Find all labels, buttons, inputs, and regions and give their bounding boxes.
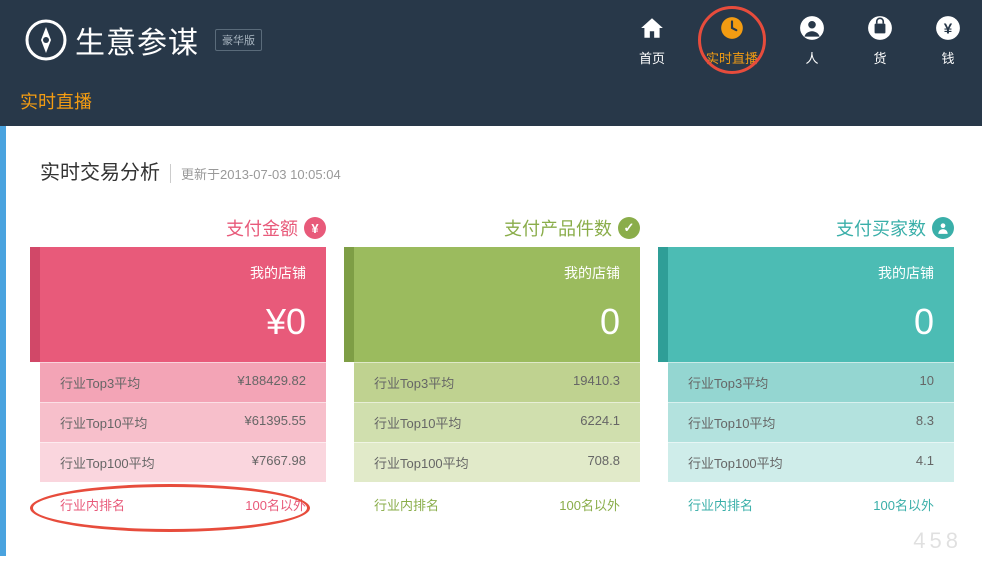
nav-label: 货 xyxy=(873,48,886,67)
yen-badge-icon: ¥ xyxy=(304,217,326,239)
card-top: 我的店铺 0 xyxy=(668,247,954,362)
shop-label: 我的店铺 xyxy=(688,263,934,283)
shop-value: 0 xyxy=(374,301,620,343)
clock-icon xyxy=(718,14,746,42)
check-badge-icon: ✓ xyxy=(618,217,640,239)
rank-value: 100名以外 xyxy=(559,495,620,514)
nav: 首页 实时直播 人 货 ¥ 钱 xyxy=(638,14,962,67)
card-label: 支付产品件数 ✓ xyxy=(354,215,640,241)
stat-row: 行业Top10平均 ¥61395.55 xyxy=(40,402,326,442)
card-top: 我的店铺 ¥0 xyxy=(40,247,326,362)
card-rows: 行业Top3平均 19410.3 行业Top10平均 6224.1 行业Top100… xyxy=(354,362,640,526)
cards: 支付金额 ¥ 我的店铺 ¥0 行业Top3平均 ¥188429.82 行业Top1… xyxy=(40,215,954,526)
nav-people[interactable]: 人 xyxy=(798,14,826,67)
goods-icon xyxy=(866,14,894,42)
shop-value: 0 xyxy=(688,301,934,343)
money-icon: ¥ xyxy=(934,14,962,42)
nav-money[interactable]: ¥ 钱 xyxy=(934,14,962,67)
content: 实时交易分析 更新于2013-07-03 10:05:04 支付金额 ¥ 我的店… xyxy=(0,126,982,556)
nav-label: 钱 xyxy=(941,48,954,67)
stat-key: 行业Top100平均 xyxy=(688,453,783,472)
nav-home[interactable]: 首页 xyxy=(638,14,666,67)
stat-key: 行业Top10平均 xyxy=(688,413,775,432)
card-label-text: 支付买家数 xyxy=(836,215,926,241)
nav-label: 人 xyxy=(805,48,818,67)
stat-key: 行业Top10平均 xyxy=(60,413,147,432)
nav-label: 首页 xyxy=(639,48,665,67)
logo[interactable]: 生意参谋 豪华版 xyxy=(25,18,262,62)
section-meta: 更新于2013-07-03 10:05:04 xyxy=(170,164,341,183)
rank-row: 行业内排名 100名以外 xyxy=(354,482,640,526)
logo-badge: 豪华版 xyxy=(215,29,262,51)
nav-goods[interactable]: 货 xyxy=(866,14,894,67)
sub-header: 实时直播 xyxy=(0,80,982,126)
nav-label: 实时直播 xyxy=(706,48,758,67)
rank-key: 行业内排名 xyxy=(60,495,125,514)
stat-key: 行业Top100平均 xyxy=(60,453,155,472)
stat-row: 行业Top100平均 708.8 xyxy=(354,442,640,482)
stat-key: 行业Top3平均 xyxy=(688,373,768,392)
nav-live[interactable]: 实时直播 xyxy=(706,14,758,67)
card-label: 支付金额 ¥ xyxy=(40,215,326,241)
card-label: 支付买家数 xyxy=(668,215,954,241)
card-body: 我的店铺 ¥0 行业Top3平均 ¥188429.82 行业Top10平均 ¥613… xyxy=(40,247,326,526)
stat-row: 行业Top10平均 6224.1 xyxy=(354,402,640,442)
rank-key: 行业内排名 xyxy=(688,495,753,514)
card-rows: 行业Top3平均 10 行业Top10平均 8.3 行业Top100平均 4.1 行业… xyxy=(668,362,954,526)
stat-key: 行业Top100平均 xyxy=(374,453,469,472)
stat-row: 行业Top10平均 8.3 xyxy=(668,402,954,442)
section-title: 实时交易分析 xyxy=(40,156,160,185)
card-rows: 行业Top3平均 ¥188429.82 行业Top10平均 ¥61395.55 行业… xyxy=(40,362,326,526)
stat-row: 行业Top3平均 19410.3 xyxy=(354,362,640,402)
stat-key: 行业Top3平均 xyxy=(60,373,140,392)
stat-value: ¥7667.98 xyxy=(252,453,306,472)
stat-value: 708.8 xyxy=(587,453,620,472)
stat-value: ¥188429.82 xyxy=(237,373,306,392)
section-head: 实时交易分析 更新于2013-07-03 10:05:04 xyxy=(40,156,954,185)
stat-value: 6224.1 xyxy=(580,413,620,432)
shop-value: ¥0 xyxy=(60,301,306,343)
sub-title: 实时直播 xyxy=(20,88,962,114)
shop-label: 我的店铺 xyxy=(374,263,620,283)
card-label-text: 支付金额 xyxy=(226,215,298,241)
stat-key: 行业Top3平均 xyxy=(374,373,454,392)
rank-value: 100名以外 xyxy=(245,495,306,514)
card-payment-amount: 支付金额 ¥ 我的店铺 ¥0 行业Top3平均 ¥188429.82 行业Top1… xyxy=(40,215,326,526)
stat-row: 行业Top100平均 ¥7667.98 xyxy=(40,442,326,482)
card-body: 我的店铺 0 行业Top3平均 10 行业Top10平均 8.3 行业Top100平… xyxy=(668,247,954,526)
rank-row: 行业内排名 100名以外 xyxy=(40,482,326,526)
rank-value: 100名以外 xyxy=(873,495,934,514)
stat-value: ¥61395.55 xyxy=(245,413,306,432)
card-body: 我的店铺 0 行业Top3平均 19410.3 行业Top10平均 6224.1 行… xyxy=(354,247,640,526)
stat-row: 行业Top3平均 10 xyxy=(668,362,954,402)
card-label-text: 支付产品件数 xyxy=(504,215,612,241)
stat-value: 8.3 xyxy=(916,413,934,432)
rank-row: 行业内排名 100名以外 xyxy=(668,482,954,526)
stat-key: 行业Top10平均 xyxy=(374,413,461,432)
card-top: 我的店铺 0 xyxy=(354,247,640,362)
shop-label: 我的店铺 xyxy=(60,263,306,283)
stat-value: 10 xyxy=(920,373,934,392)
stat-value: 4.1 xyxy=(916,453,934,472)
rank-key: 行业内排名 xyxy=(374,495,439,514)
logo-text: 生意参谋 xyxy=(75,18,199,62)
home-icon xyxy=(638,14,666,42)
stat-row: 行业Top3平均 ¥188429.82 xyxy=(40,362,326,402)
card-buyer-count: 支付买家数 我的店铺 0 行业Top3平均 10 行业Top10平均 8.3 行业T… xyxy=(668,215,954,526)
stat-row: 行业Top100平均 4.1 xyxy=(668,442,954,482)
header: 生意参谋 豪华版 首页 实时直播 人 货 ¥ 钱 xyxy=(0,0,982,80)
compass-icon xyxy=(25,19,67,61)
card-product-count: 支付产品件数 ✓ 我的店铺 0 行业Top3平均 19410.3 行业Top10平… xyxy=(354,215,640,526)
svg-text:¥: ¥ xyxy=(944,20,953,37)
person-badge-icon xyxy=(932,217,954,239)
stat-value: 19410.3 xyxy=(573,373,620,392)
person-icon xyxy=(798,14,826,42)
